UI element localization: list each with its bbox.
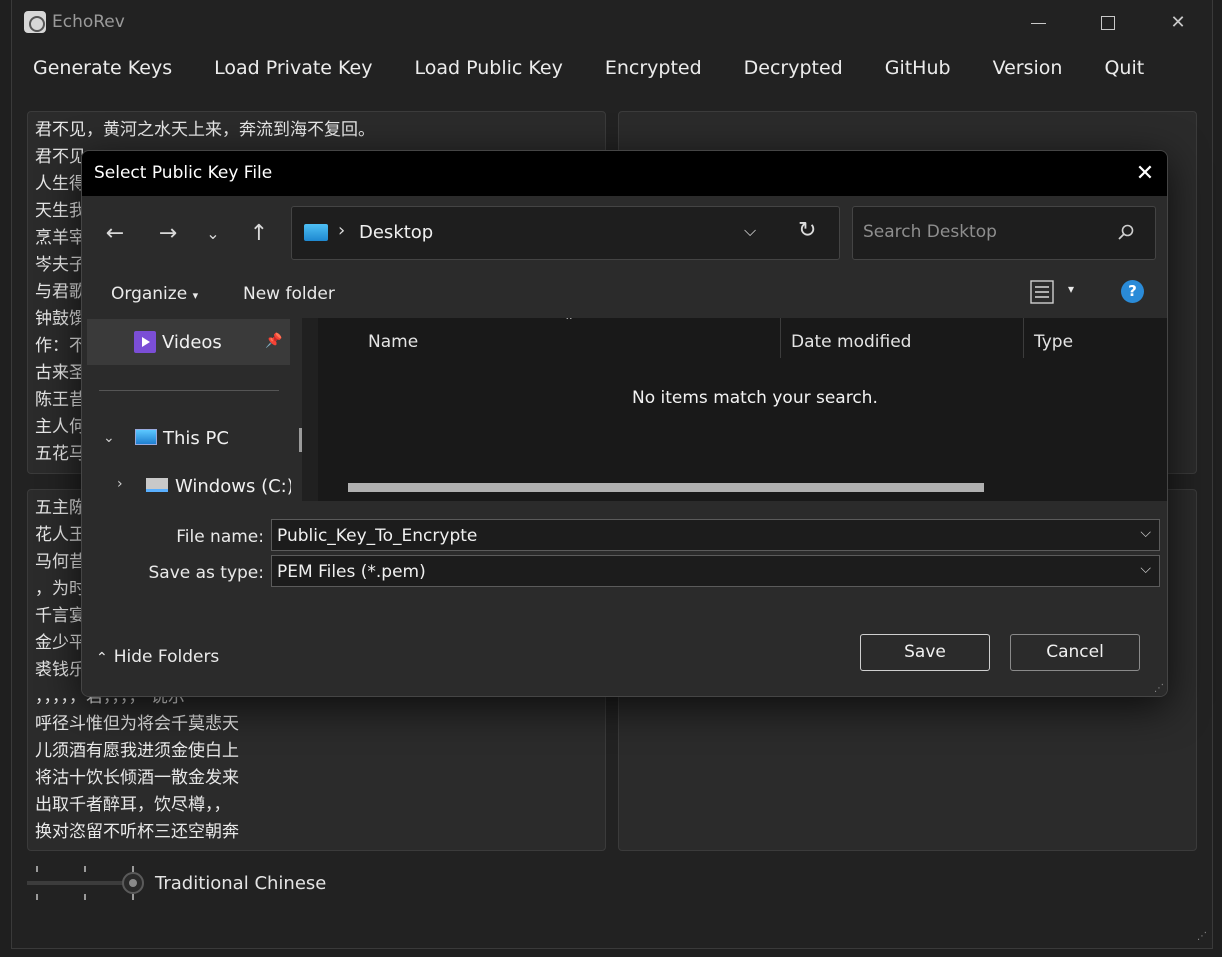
column-header-type[interactable]: Type	[1034, 332, 1073, 352]
dialog-nav-bar: ← → ⌄ ↑ › Desktop ⌵ ↻	[82, 196, 1167, 270]
app-title: EchoRev	[52, 12, 125, 32]
horizontal-scrollbar-thumb[interactable]	[348, 483, 984, 492]
search-icon[interactable]	[1117, 223, 1135, 241]
dialog-title: Select Public Key File	[94, 163, 273, 183]
column-separator[interactable]	[1023, 318, 1024, 358]
empty-results-message: No items match your search.	[632, 388, 878, 408]
hide-folders-button[interactable]: ⌃ Hide Folders	[96, 647, 219, 667]
text-line: 换对恣留不听杯三还空朝奔	[35, 822, 239, 842]
address-bar[interactable]: › Desktop ⌵ ↻	[291, 206, 840, 260]
nav-item-windows-c[interactable]: Windows (C:)	[175, 476, 294, 497]
menu-encrypted[interactable]: Encrypted	[584, 50, 723, 90]
drive-icon	[146, 478, 168, 492]
view-caret-down-icon[interactable]: ▾	[1068, 282, 1074, 296]
text-line: 呼径斗惟但为将会千莫悲天	[35, 714, 239, 734]
close-icon: ✕	[1170, 12, 1186, 33]
text-line: 儿须酒有愿我进须金使白上	[35, 741, 239, 761]
close-button[interactable]: ✕	[1155, 8, 1201, 38]
dialog-close-button[interactable]: ✕	[1131, 160, 1159, 188]
save-as-type-select[interactable]: PEM Files (*.pem) ⌵	[271, 555, 1160, 587]
file-list-pane: ⌃ Name Date modified Type No items match…	[318, 318, 1167, 501]
slider-tick	[36, 866, 38, 872]
slider-label: Traditional Chinese	[155, 873, 327, 894]
slider-tick	[84, 866, 86, 872]
hide-folders-label: Hide Folders	[113, 647, 220, 667]
chevron-down-icon[interactable]: ⌵	[1140, 561, 1151, 577]
organize-label: Organize	[111, 284, 188, 304]
file-name-combobox[interactable]: Public_Key_To_Encrypte ⌵	[271, 519, 1160, 551]
view-options-icon[interactable]	[1030, 280, 1056, 304]
organize-button[interactable]: Organize ▾	[111, 284, 198, 304]
slider-tick	[84, 894, 86, 900]
slider-tick	[36, 894, 38, 900]
slider-thumb[interactable]	[122, 872, 144, 894]
forward-arrow-icon[interactable]: →	[153, 220, 183, 248]
sort-ascending-icon: ⌃	[564, 318, 575, 328]
search-input[interactable]	[863, 222, 1103, 242]
address-dropdown-chevron-icon[interactable]: ⌵	[744, 221, 756, 241]
file-name-label: File name:	[176, 527, 264, 547]
breadcrumb-desktop[interactable]: Desktop	[359, 222, 433, 243]
slider-track	[27, 881, 133, 885]
nav-scrollbar-thumb[interactable]	[299, 428, 302, 452]
cancel-button[interactable]: Cancel	[1010, 634, 1140, 671]
minimize-icon	[1031, 23, 1046, 24]
desktop-folder-icon	[304, 224, 328, 241]
menu-generate-keys[interactable]: Generate Keys	[12, 50, 193, 90]
recent-chevron-down-icon[interactable]: ⌄	[198, 220, 228, 248]
up-arrow-icon[interactable]: ↑	[244, 220, 274, 248]
refresh-icon[interactable]: ↻	[798, 218, 816, 243]
help-icon[interactable]: ?	[1121, 280, 1144, 303]
chevron-up-icon: ⌃	[96, 650, 108, 666]
menu-bar: Generate Keys Load Private Key Load Publ…	[12, 50, 1165, 90]
menu-quit[interactable]: Quit	[1083, 50, 1165, 90]
chevron-down-icon[interactable]: ⌵	[1140, 525, 1151, 541]
save-button[interactable]: Save	[860, 634, 990, 671]
file-name-value[interactable]: Public_Key_To_Encrypte	[277, 526, 477, 546]
maximize-icon	[1101, 16, 1115, 30]
back-arrow-icon[interactable]: ←	[100, 220, 130, 248]
save-as-type-value: PEM Files (*.pem)	[277, 562, 426, 582]
slider-tick	[132, 894, 134, 900]
dialog-title-bar: Select Public Key File ✕	[82, 151, 1167, 196]
maximize-button[interactable]	[1085, 8, 1131, 38]
dialog-command-bar: Organize ▾ New folder ▾ ?	[82, 270, 1167, 318]
nav-item-videos-label: Videos	[162, 332, 222, 353]
text-line: 出取千者醉耳，饮尽樽，，	[35, 795, 231, 815]
close-icon: ✕	[1135, 161, 1155, 186]
menu-load-public-key[interactable]: Load Public Key	[393, 50, 583, 90]
new-folder-button[interactable]: New folder	[243, 284, 335, 304]
language-slider[interactable]	[27, 864, 147, 904]
minimize-button[interactable]	[1015, 8, 1061, 38]
breadcrumb-separator-icon: ›	[338, 220, 346, 241]
column-header-date-modified[interactable]: Date modified	[791, 332, 911, 352]
menu-version[interactable]: Version	[972, 50, 1084, 90]
title-bar: EchoRev ✕	[12, 0, 1212, 46]
save-as-type-label: Save as type:	[148, 563, 264, 583]
dialog-resize-grip-icon[interactable]: ⋰	[1154, 683, 1164, 694]
dialog-footer: File name: Public_Key_To_Encrypte ⌵ Save…	[82, 501, 1167, 696]
nav-item-this-pc[interactable]: This PC	[163, 428, 229, 449]
pin-icon: 📌	[265, 333, 283, 349]
this-pc-icon	[135, 429, 157, 445]
resize-grip-icon[interactable]: ⋰	[1197, 931, 1209, 943]
column-separator[interactable]	[780, 318, 781, 358]
app-logo-icon	[24, 11, 46, 33]
search-box[interactable]	[852, 206, 1156, 260]
menu-decrypted[interactable]: Decrypted	[723, 50, 864, 90]
expand-chevron-right-icon[interactable]: ›	[117, 476, 123, 492]
select-file-dialog: Select Public Key File ✕ ← → ⌄ ↑ › Deskt…	[81, 150, 1168, 697]
column-header-name[interactable]: Name	[368, 332, 418, 352]
menu-github[interactable]: GitHub	[864, 50, 972, 90]
nav-item-videos[interactable]: Videos 📌	[87, 319, 290, 365]
expand-chevron-down-icon[interactable]: ⌄	[103, 430, 115, 446]
nav-divider	[99, 390, 279, 391]
caret-down-icon: ▾	[192, 289, 199, 302]
text-line: 将沽十饮长倾酒一散金发来	[35, 768, 239, 788]
videos-icon	[134, 331, 156, 353]
menu-load-private-key[interactable]: Load Private Key	[193, 50, 393, 90]
navigation-pane: Videos 📌 ⌄ This PC › Windows (C:)	[82, 318, 302, 501]
text-line: 君不见，黄河之水天上来，奔流到海不复回。	[35, 120, 375, 140]
nav-scrollbar[interactable]	[291, 318, 302, 501]
